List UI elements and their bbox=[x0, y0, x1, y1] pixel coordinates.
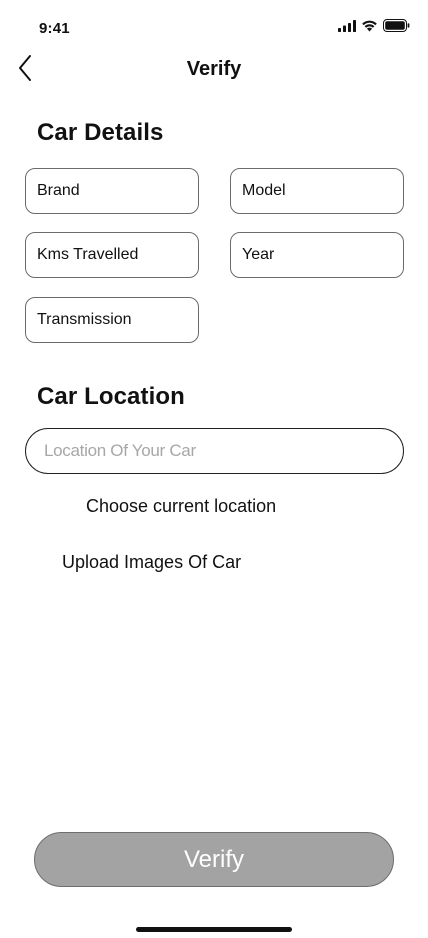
battery-icon bbox=[383, 19, 410, 37]
year-field-label: Year bbox=[242, 246, 275, 263]
car-location-heading: Car Location bbox=[37, 383, 185, 410]
verify-button[interactable]: Verify bbox=[34, 832, 394, 887]
status-icons bbox=[338, 19, 410, 37]
model-field-label: Model bbox=[242, 182, 286, 199]
status-bar: 9:41 bbox=[0, 0, 428, 52]
year-field[interactable]: Year bbox=[230, 232, 404, 278]
wifi-icon bbox=[361, 19, 378, 37]
home-indicator bbox=[136, 927, 292, 932]
location-input[interactable] bbox=[25, 428, 404, 474]
page-title: Verify bbox=[186, 58, 242, 80]
cellular-signal-icon bbox=[338, 19, 356, 37]
nav-header: Verify bbox=[0, 48, 428, 92]
choose-current-location-link[interactable]: Choose current location bbox=[86, 496, 276, 517]
transmission-field[interactable]: Transmission bbox=[25, 297, 199, 343]
kms-travelled-field[interactable]: Kms Travelled bbox=[25, 232, 199, 278]
transmission-field-label: Transmission bbox=[37, 311, 132, 328]
kms-travelled-field-label: Kms Travelled bbox=[37, 246, 139, 263]
status-time: 9:41 bbox=[39, 20, 70, 37]
model-field[interactable]: Model bbox=[230, 168, 404, 214]
upload-images-link[interactable]: Upload Images Of Car bbox=[62, 552, 241, 573]
brand-field[interactable]: Brand bbox=[25, 168, 199, 214]
car-details-heading: Car Details bbox=[37, 119, 164, 146]
brand-field-label: Brand bbox=[37, 182, 80, 199]
